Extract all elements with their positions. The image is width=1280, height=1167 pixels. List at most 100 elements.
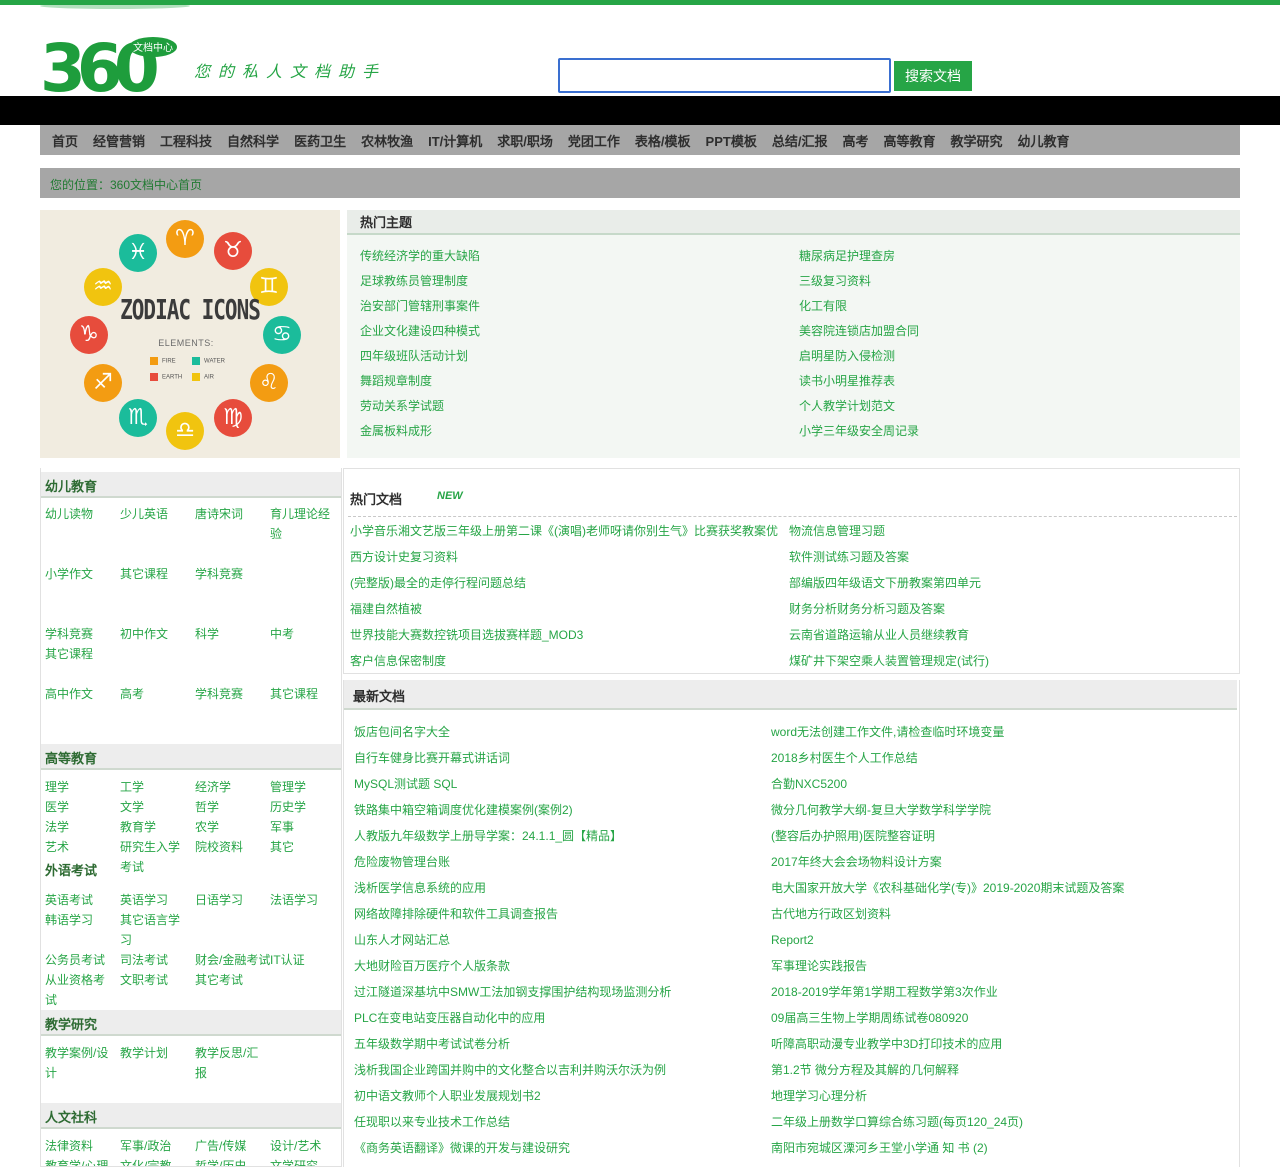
category-link[interactable]: 高中作文 (45, 684, 115, 704)
hot-topic-link[interactable]: 美容院连锁店加盟合同 (799, 323, 1238, 339)
category-link[interactable]: 农学 (195, 817, 219, 837)
new-doc-link[interactable]: 自行车健身比赛开幕式讲话词 (354, 750, 771, 766)
nav-item-gaokao[interactable]: 高考 (842, 131, 868, 150)
category-link[interactable]: 高考 (120, 684, 190, 704)
hot-topic-link[interactable]: 四年级班队活动计划 (360, 348, 799, 364)
category-link[interactable]: 哲学/历史 (195, 1156, 246, 1166)
new-doc-link[interactable]: 2018乡村医生个人工作总结 (771, 750, 1234, 766)
category-link[interactable]: 中考 (270, 624, 336, 644)
hot-doc-link[interactable]: 煤矿井下架空乘人装置管理规定(试行) (789, 653, 1228, 669)
category-link[interactable]: 教学计划 (120, 1043, 190, 1063)
category-link[interactable]: 初中作文 (120, 624, 190, 644)
hot-topic-link[interactable]: 金属板料成形 (360, 423, 799, 439)
category-link[interactable]: 工学 (120, 777, 144, 797)
new-doc-link[interactable]: MySQL测试题 SQL (354, 776, 771, 792)
hot-doc-link[interactable]: 小学音乐湘文艺版三年级上册第二课《(演唱)老师呀请你别生气》比赛获奖教案优 (350, 523, 789, 539)
hot-doc-link[interactable]: 西方设计史复习资料 (350, 549, 789, 565)
nav-item-jobs[interactable]: 求职/职场 (497, 131, 553, 150)
hot-topic-link[interactable]: 传统经济学的重大缺陷 (360, 248, 799, 264)
hot-doc-link[interactable]: 软件测试练习题及答案 (789, 549, 1228, 565)
category-link[interactable]: 少儿英语 (120, 504, 190, 524)
new-doc-link[interactable]: word无法创建工作文件,请检查临时环境变量 (771, 724, 1234, 740)
nav-item-agriculture[interactable]: 农林牧渔 (361, 131, 413, 150)
new-doc-link[interactable]: 地理学习心理分析 (771, 1088, 1234, 1104)
nav-item-ppt[interactable]: PPT模板 (706, 131, 757, 150)
category-link[interactable]: 法律资料 (45, 1136, 93, 1156)
nav-item-natural-science[interactable]: 自然科学 (227, 131, 279, 150)
new-doc-link[interactable]: 山东人才网站汇总 (354, 932, 771, 948)
new-doc-link[interactable]: 任现职以来专业技术工作总结 (354, 1114, 771, 1130)
hot-doc-link[interactable]: 财务分析财务分析习题及答案 (789, 601, 1228, 617)
category-link[interactable]: 财会/金融考试 (195, 950, 270, 970)
hot-doc-link[interactable]: (完整版)最全的走停行程问题总结 (350, 575, 789, 591)
category-link[interactable]: 历史学 (270, 797, 306, 817)
new-doc-link[interactable]: 09届高三生物上学期周练试卷080920 (771, 1010, 1234, 1026)
new-doc-link[interactable]: 军事理论实践报告 (771, 958, 1234, 974)
hot-doc-link[interactable]: 物流信息管理习题 (789, 523, 1228, 539)
new-doc-link[interactable]: 听障高职动漫专业教学中3D打印技术的应用 (771, 1036, 1234, 1052)
category-link[interactable]: 从业资格考试 (45, 970, 111, 1010)
new-doc-link[interactable]: 人教版九年级数学上册导学案：24.1.1_圆【精品】 (354, 828, 771, 844)
banner-image[interactable]: ♓ ♈ ♉ ♒ ♊ ♑ ♋ ♐ ♌ ♏ ♎ ♍ ZODIAC ICONS ELE… (40, 210, 340, 458)
hot-topic-link[interactable]: 糖尿病足护理查房 (799, 248, 1238, 264)
hot-topic-link[interactable]: 舞蹈规章制度 (360, 373, 799, 389)
new-doc-link[interactable]: 微分几何教学大纲-复旦大学数学科学学院 (771, 802, 1234, 818)
category-link[interactable]: 幼儿读物 (45, 504, 115, 524)
new-doc-link[interactable]: 电大国家开放大学《农科基础化学(专)》2019-2020期末试题及答案 (771, 880, 1234, 896)
category-link[interactable]: 法学 (45, 817, 69, 837)
category-link[interactable]: 军事/政治 (120, 1136, 171, 1156)
hot-topic-link[interactable]: 读书小明星推荐表 (799, 373, 1238, 389)
category-link[interactable]: 育儿理论经验 (270, 504, 336, 544)
new-doc-link[interactable]: 《商务英语翻译》微课的开发与建设研究 (354, 1140, 771, 1156)
new-doc-link[interactable]: 五年级数学期中考试试卷分析 (354, 1036, 771, 1052)
category-link[interactable]: 英语考试 (45, 890, 93, 910)
new-doc-link[interactable]: 过江隧道深基坑中SMW工法加钢支撑围护结构现场监测分析 (354, 984, 771, 1000)
category-link[interactable]: 教育学 (120, 817, 156, 837)
new-doc-link[interactable]: 危险废物管理台账 (354, 854, 771, 870)
category-link[interactable]: 理学 (45, 777, 69, 797)
hot-topic-link[interactable]: 个人教学计划范文 (799, 398, 1238, 414)
new-doc-link[interactable]: 初中语文教师个人职业发展规划书2 (354, 1088, 771, 1104)
site-logo[interactable]: 360 文档中心 (40, 28, 180, 107)
new-doc-link[interactable]: 2018-2019学年第1学期工程数学第3次作业 (771, 984, 1234, 1000)
nav-item-engineering[interactable]: 工程科技 (160, 131, 212, 150)
new-doc-link[interactable]: (整容后办护照用)医院整容证明 (771, 828, 1234, 844)
category-link[interactable]: 文职考试 (120, 970, 168, 990)
search-input[interactable] (558, 58, 891, 93)
hot-topic-link[interactable]: 足球教练员管理制度 (360, 273, 799, 289)
nav-item-higher-edu[interactable]: 高等教育 (883, 131, 935, 150)
category-link[interactable]: 医学 (45, 797, 69, 817)
hot-doc-link[interactable]: 福建自然植被 (350, 601, 789, 617)
category-link[interactable]: 韩语学习 (45, 910, 93, 930)
category-link[interactable]: 日语学习 (195, 890, 243, 910)
category-link[interactable]: 军事 (270, 817, 294, 837)
new-doc-link[interactable]: 2017年终大会会场物料设计方案 (771, 854, 1234, 870)
category-link[interactable]: 学科竞赛 (195, 564, 265, 584)
hot-topic-link[interactable]: 化工有限 (799, 298, 1238, 314)
nav-item-templates[interactable]: 表格/模板 (635, 131, 691, 150)
category-link[interactable]: 文学研究 (270, 1156, 318, 1166)
category-link[interactable]: 科学 (195, 624, 265, 644)
hot-topic-link[interactable]: 小学三年级安全周记录 (799, 423, 1238, 439)
nav-item-medicine[interactable]: 医药卫生 (294, 131, 346, 150)
category-link[interactable]: 法语学习 (270, 890, 318, 910)
new-doc-link[interactable]: 第1.2节 微分方程及其解的几何解释 (771, 1062, 1234, 1078)
hot-doc-link[interactable]: 云南省道路运输从业人员继续教育 (789, 627, 1228, 643)
category-link[interactable]: 设计/艺术 (270, 1136, 321, 1156)
category-link[interactable]: 教学案例/设计 (45, 1043, 115, 1083)
new-doc-link[interactable]: 饭店包间名字大全 (354, 724, 771, 740)
category-link[interactable]: 其它课程 (270, 684, 336, 704)
category-link[interactable]: 教学反思/汇报 (195, 1043, 265, 1083)
category-link[interactable]: 唐诗宋词 (195, 504, 265, 524)
category-link[interactable]: IT认证 (270, 950, 305, 970)
hot-topic-link[interactable]: 治安部门管辖刑事案件 (360, 298, 799, 314)
category-link[interactable]: 管理学 (270, 777, 306, 797)
new-doc-link[interactable]: 古代地方行政区划资料 (771, 906, 1234, 922)
new-doc-link[interactable]: 南阳市宛城区溧河乡王堂小学通 知 书 (2) (771, 1140, 1234, 1156)
hot-topic-link[interactable]: 企业文化建设四种模式 (360, 323, 799, 339)
category-link[interactable]: 教育学/心理 (45, 1156, 108, 1166)
new-doc-link[interactable]: 铁路集中箱空箱调度优化建模案例(案例2) (354, 802, 771, 818)
category-link[interactable]: 公务员考试 (45, 950, 105, 970)
nav-item-management[interactable]: 经管营销 (93, 131, 145, 150)
category-link[interactable]: 经济学 (195, 777, 231, 797)
